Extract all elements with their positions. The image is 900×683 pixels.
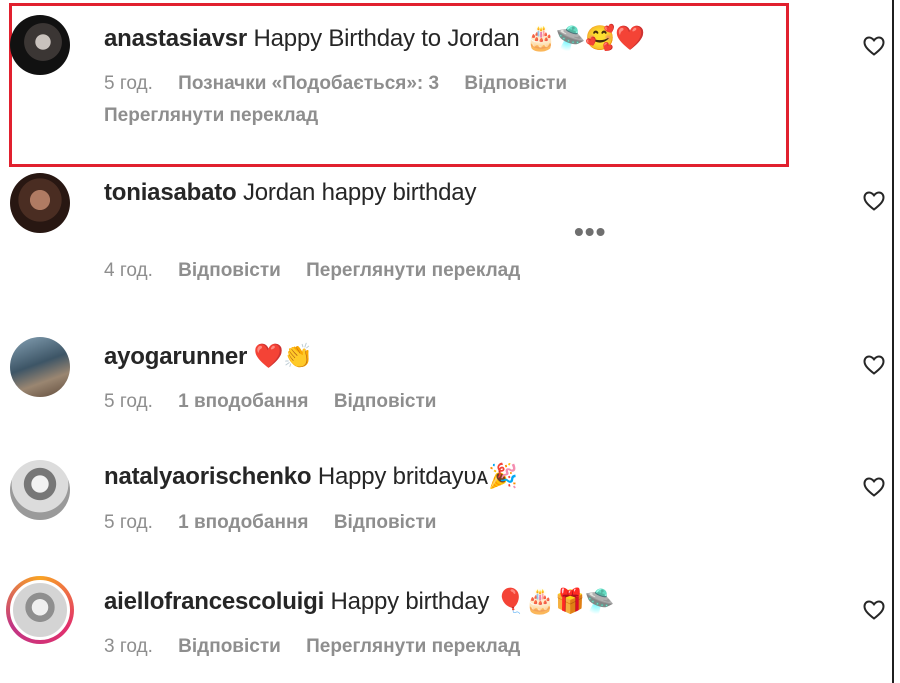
- likes-count[interactable]: Позначки «Подобається»: 3: [178, 73, 439, 94]
- comment-item: aiellofrancescoluigi Happy birthday 🎈🎂🎁🛸…: [0, 572, 892, 683]
- comment-item: anastasiavsr Happy Birthday to Jordan 🎂🛸…: [0, 0, 892, 170]
- comment-meta: 5 год. Позначки «Подобається»: 3 Відпові…: [104, 72, 587, 96]
- reply-button[interactable]: Відповісти: [334, 512, 437, 533]
- timestamp[interactable]: 5 год.: [104, 73, 153, 94]
- comment-emojis: 🎂🛸🥰❤️: [526, 25, 645, 52]
- story-ring[interactable]: [6, 576, 74, 644]
- likes-count[interactable]: 1 вподобання: [178, 391, 308, 412]
- reply-button[interactable]: Відповісти: [178, 260, 281, 281]
- likes-count[interactable]: 1 вподобання: [178, 512, 308, 533]
- timestamp[interactable]: 5 год.: [104, 391, 153, 412]
- avatar[interactable]: [10, 460, 70, 520]
- username-link[interactable]: natalyaorischenko: [104, 463, 312, 490]
- heart-outline-icon[interactable]: [862, 34, 886, 58]
- comment-meta: 3 год. Відповісти Переглянути переклад: [104, 635, 540, 659]
- comment-text: Jordan happy birthday: [242, 179, 477, 206]
- comment-emojis: ᴜᴀ🎉: [463, 463, 518, 490]
- see-translation-link[interactable]: Переглянути переклад: [306, 260, 520, 281]
- heart-outline-icon[interactable]: [862, 353, 886, 377]
- comment-line: natalyaorischenko Happy britdayᴜᴀ🎉: [104, 462, 518, 492]
- comment-text: Happy britday: [317, 463, 464, 490]
- heart-outline-icon[interactable]: [862, 598, 886, 622]
- comment-item: toniasabato Jordan happy birthday 4 год.…: [0, 170, 892, 320]
- comment-item: natalyaorischenko Happy britdayᴜᴀ🎉 5 год…: [0, 452, 892, 562]
- reply-button[interactable]: Відповісти: [334, 391, 437, 412]
- comment-item: ayogarunner ❤️👏 5 год. 1 вподобання Відп…: [0, 330, 892, 440]
- comment-line: aiellofrancescoluigi Happy birthday 🎈🎂🎁🛸: [104, 587, 615, 617]
- more-options-icon[interactable]: •••: [574, 218, 606, 246]
- timestamp[interactable]: 3 год.: [104, 636, 153, 657]
- avatar[interactable]: [10, 173, 70, 233]
- comment-text: Happy Birthday to Jordan: [253, 25, 520, 52]
- avatar[interactable]: [10, 15, 70, 75]
- username-link[interactable]: aiellofrancescoluigi: [104, 588, 324, 615]
- comment-meta: 5 год. 1 вподобання Відповісти: [104, 390, 456, 414]
- reply-button[interactable]: Відповісти: [178, 636, 281, 657]
- heart-outline-icon[interactable]: [862, 475, 886, 499]
- avatar[interactable]: [10, 580, 70, 640]
- timestamp[interactable]: 4 год.: [104, 260, 153, 281]
- comment-emojis: ❤️👏: [253, 343, 314, 370]
- comment-line: toniasabato Jordan happy birthday: [104, 178, 476, 208]
- comment-meta: 5 год. 1 вподобання Відповісти: [104, 511, 456, 535]
- comment-emojis: 🎈🎂🎁🛸: [495, 588, 615, 615]
- heart-outline-icon[interactable]: [862, 189, 886, 213]
- comment-text: Happy birthday: [330, 588, 490, 615]
- right-edge-divider: [892, 0, 894, 683]
- avatar[interactable]: [10, 337, 70, 397]
- timestamp[interactable]: 5 год.: [104, 512, 153, 533]
- reply-button[interactable]: Відповісти: [464, 73, 567, 94]
- comment-line: anastasiavsr Happy Birthday to Jordan 🎂🛸…: [104, 24, 645, 54]
- username-link[interactable]: toniasabato: [104, 179, 237, 206]
- username-link[interactable]: anastasiavsr: [104, 25, 247, 52]
- username-link[interactable]: ayogarunner: [104, 343, 247, 370]
- see-translation-link[interactable]: Переглянути переклад: [306, 636, 520, 657]
- see-translation-link[interactable]: Переглянути переклад: [104, 104, 318, 128]
- comment-meta: 4 год. Відповісти Переглянути переклад: [104, 259, 540, 283]
- comment-line: ayogarunner ❤️👏: [104, 342, 313, 372]
